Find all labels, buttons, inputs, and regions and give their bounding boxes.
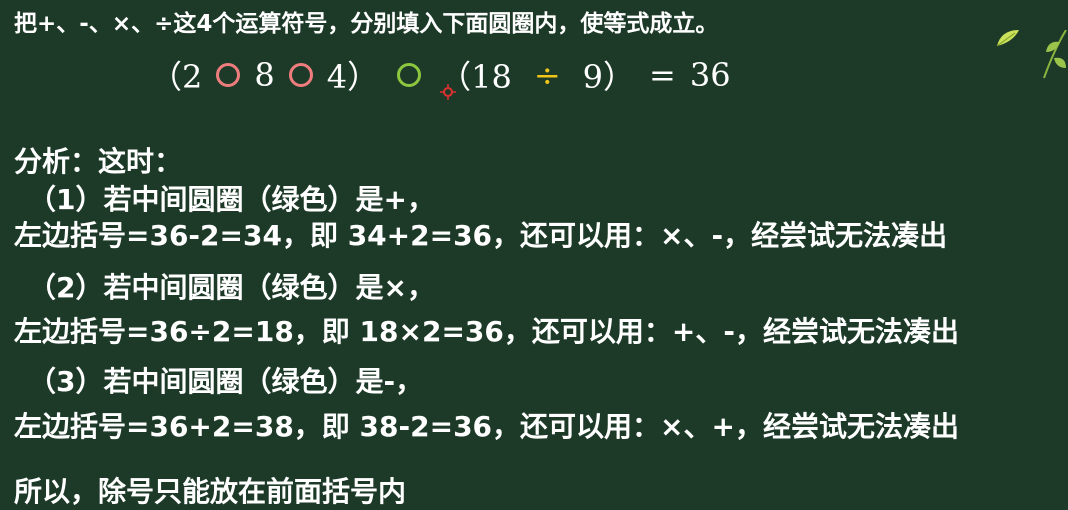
case3-body: 左边括号=36+2=38，即 38-2=36，还可以用：×、+，经尝试无法凑出: [14, 410, 959, 443]
equation-open-paren-2: （2: [150, 58, 203, 96]
case3-title: （3）若中间圆圈（绿色）是-，: [28, 365, 424, 398]
equation-result: 36: [689, 56, 731, 94]
divide-symbol: ÷: [533, 56, 561, 94]
blank-circle-1[interactable]: [216, 63, 241, 87]
instruction-text: 把+、-、×、÷这4个运算符号，分别填入下面圆圈内，使等式成立。: [14, 11, 719, 37]
laser-pointer-icon: [440, 84, 456, 100]
blank-circle-2[interactable]: [288, 63, 313, 87]
equation-number-9: 9）: [582, 58, 636, 96]
equals-sign: =: [649, 56, 676, 94]
blank-circle-green[interactable]: [397, 63, 422, 87]
equation-number-8: 8: [254, 56, 275, 94]
analysis-heading: 分析：这时：: [14, 145, 183, 178]
conclusion-text: 所以，除号只能放在前面括号内: [14, 475, 407, 508]
equation-number-4: 4）: [326, 58, 380, 96]
branch-decoration-icon: [1043, 30, 1067, 79]
leaf-decoration-icon: [996, 30, 1019, 47]
case1-title: （1）若中间圆圈（绿色）是+，: [28, 183, 435, 216]
case2-body: 左边括号=36÷2=18，即 18×2=36，还可以用：+、-，经尝试无法凑出: [14, 315, 959, 348]
case2-title: （2）若中间圆圈（绿色）是×，: [28, 271, 435, 304]
case1-body: 左边括号=36-2=34，即 34+2=36，还可以用：×、-，经尝试无法凑出: [14, 219, 948, 252]
